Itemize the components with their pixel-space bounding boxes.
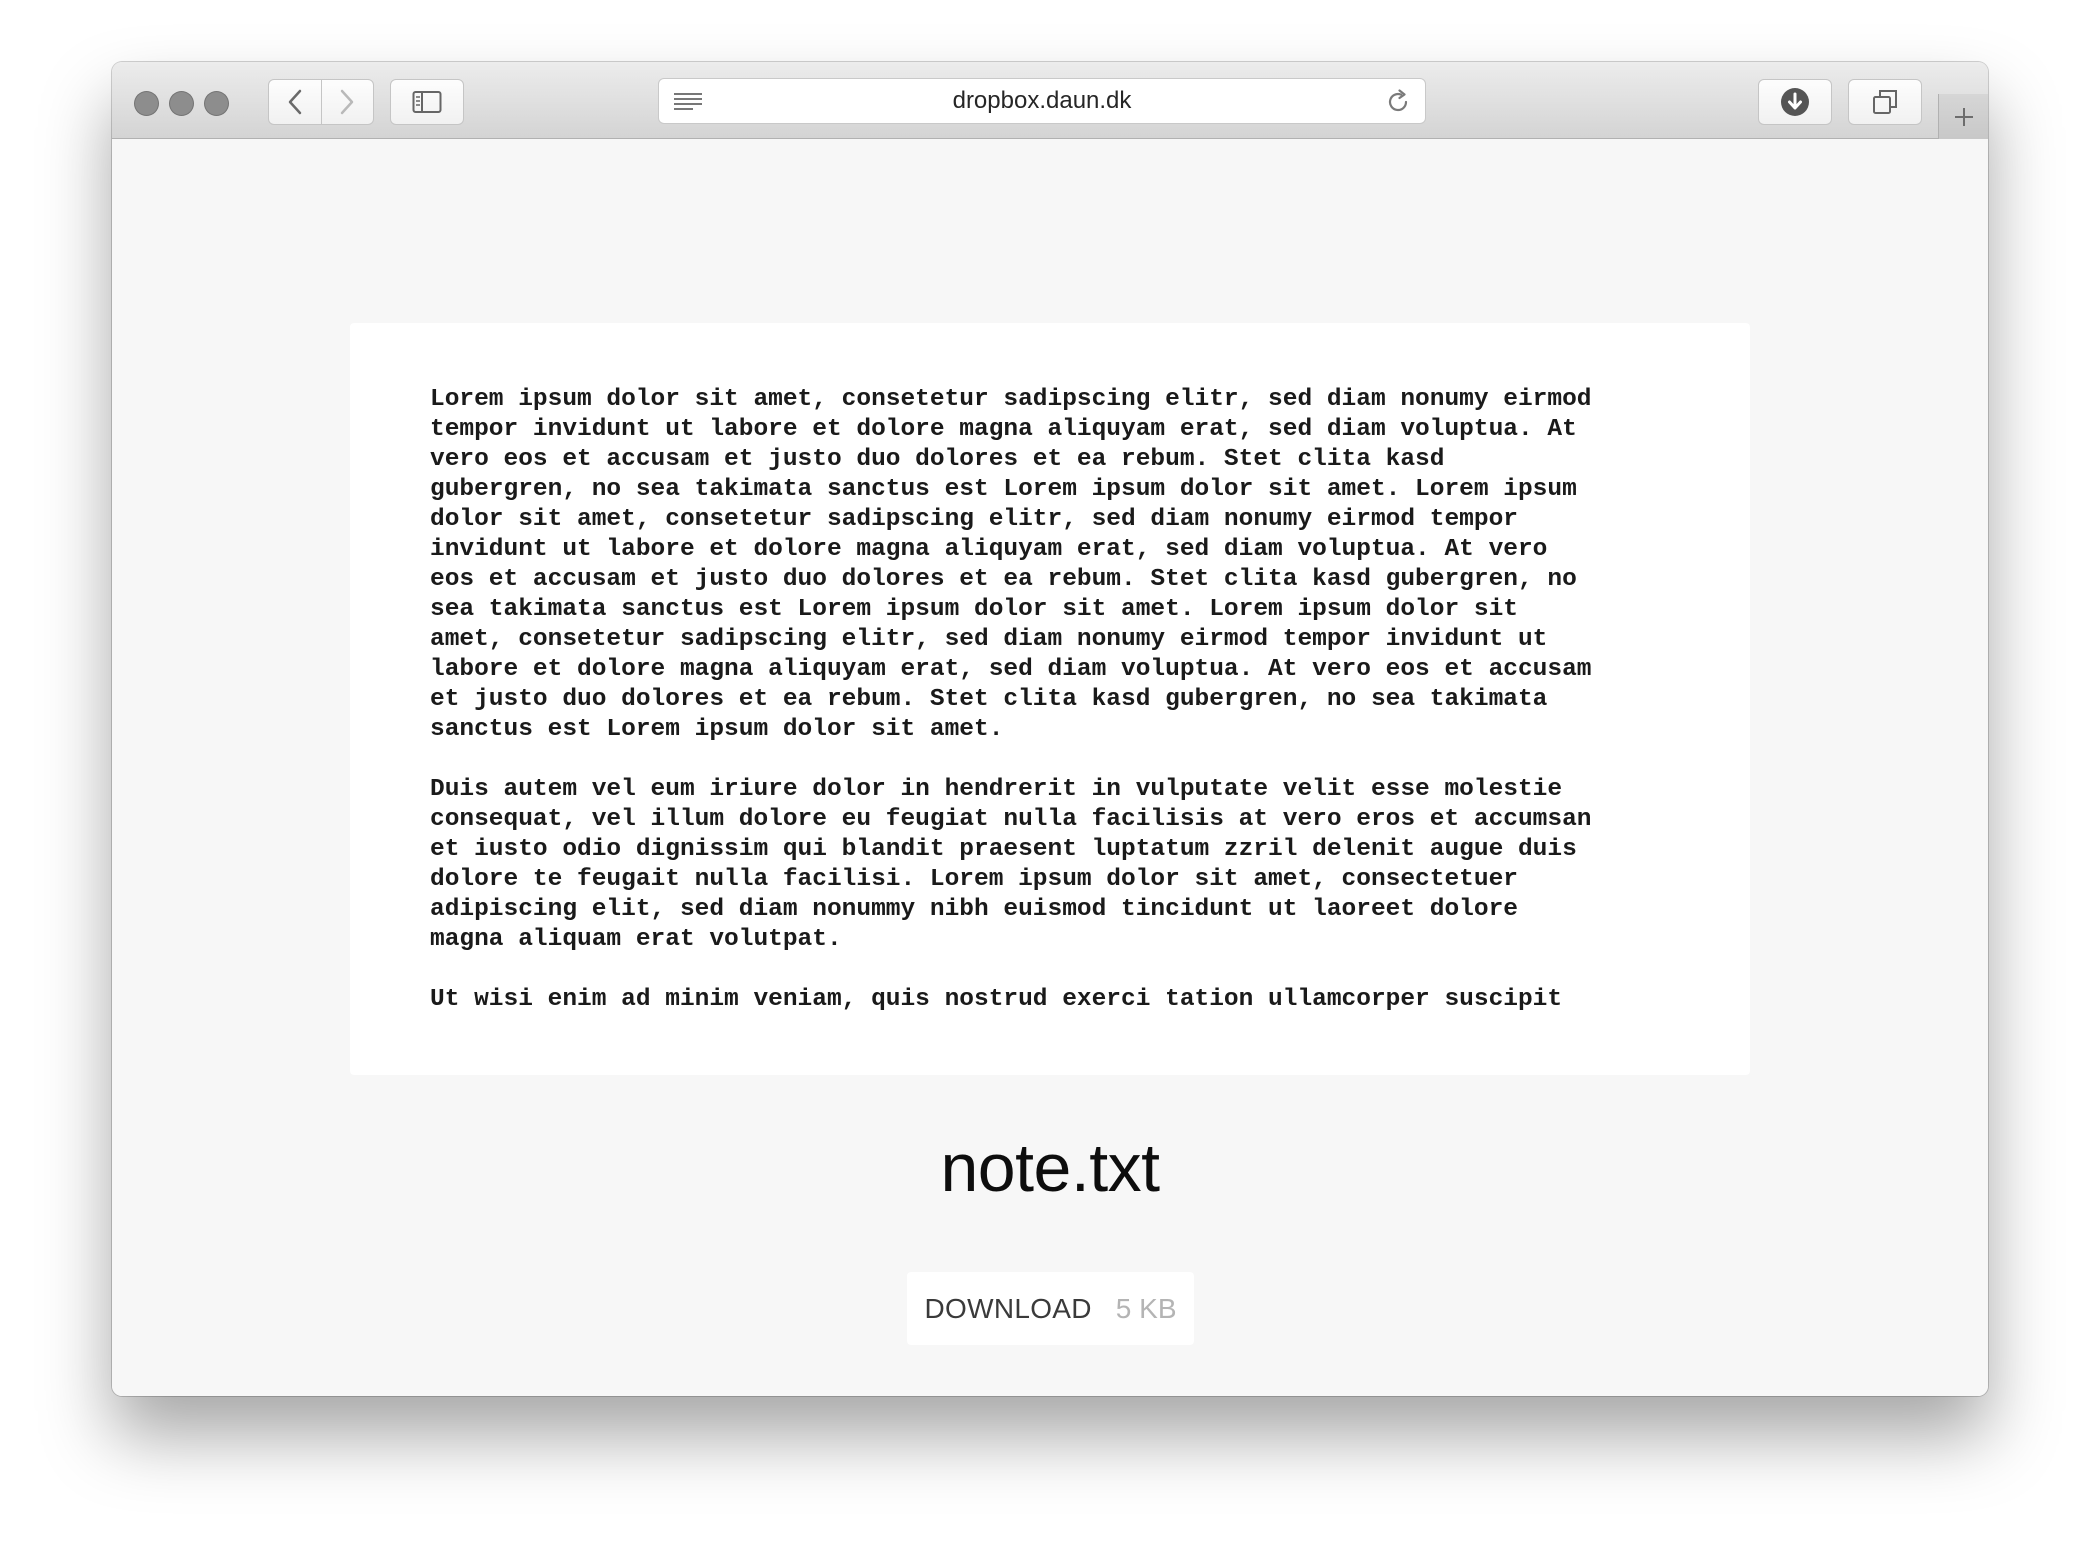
forward-button[interactable] bbox=[320, 80, 374, 124]
back-icon bbox=[288, 89, 301, 115]
downloads-button[interactable] bbox=[1758, 79, 1832, 125]
address-bar[interactable]: dropbox.daun.dk bbox=[658, 78, 1426, 124]
download-label: DOWNLOAD bbox=[924, 1292, 1092, 1324]
download-button[interactable]: DOWNLOAD 5 KB bbox=[907, 1272, 1194, 1345]
preview-paragraph-1: Lorem ipsum dolor sit amet, consetetur s… bbox=[430, 386, 1592, 743]
plus-icon bbox=[1954, 107, 1973, 126]
browser-toolbar: dropbox.daun.dk bbox=[112, 62, 1988, 139]
sidebar-button[interactable] bbox=[390, 79, 464, 125]
back-button[interactable] bbox=[269, 80, 321, 124]
tabs-overview-icon bbox=[1873, 90, 1897, 114]
downloads-icon bbox=[1781, 88, 1809, 116]
browser-window: dropbox.daun.dk Lorem ipsum dolor sit am… bbox=[112, 62, 1988, 1396]
forward-icon bbox=[341, 89, 354, 115]
file-size: 5 KB bbox=[1115, 1292, 1177, 1324]
file-name-title: note.txt bbox=[940, 1130, 1160, 1206]
reload-icon[interactable] bbox=[1385, 89, 1411, 115]
page-content: Lorem ipsum dolor sit amet, consetetur s… bbox=[112, 139, 1988, 1396]
preview-paragraph-2: Duis autem vel eum iriure dolor in hendr… bbox=[430, 776, 1592, 953]
sidebar-icon bbox=[412, 91, 442, 113]
new-tab-button[interactable] bbox=[1938, 94, 1988, 139]
minimize-window-button[interactable] bbox=[169, 91, 194, 116]
close-window-button[interactable] bbox=[134, 91, 159, 116]
file-preview: Lorem ipsum dolor sit amet, consetetur s… bbox=[350, 323, 1750, 1075]
tabs-overview-button[interactable] bbox=[1848, 79, 1922, 125]
zoom-window-button[interactable] bbox=[204, 91, 229, 116]
navigation-buttons bbox=[268, 79, 374, 125]
preview-paragraph-3: Ut wisi enim ad minim veniam, quis nostr… bbox=[430, 986, 1563, 1013]
address-url[interactable]: dropbox.daun.dk bbox=[659, 79, 1425, 123]
